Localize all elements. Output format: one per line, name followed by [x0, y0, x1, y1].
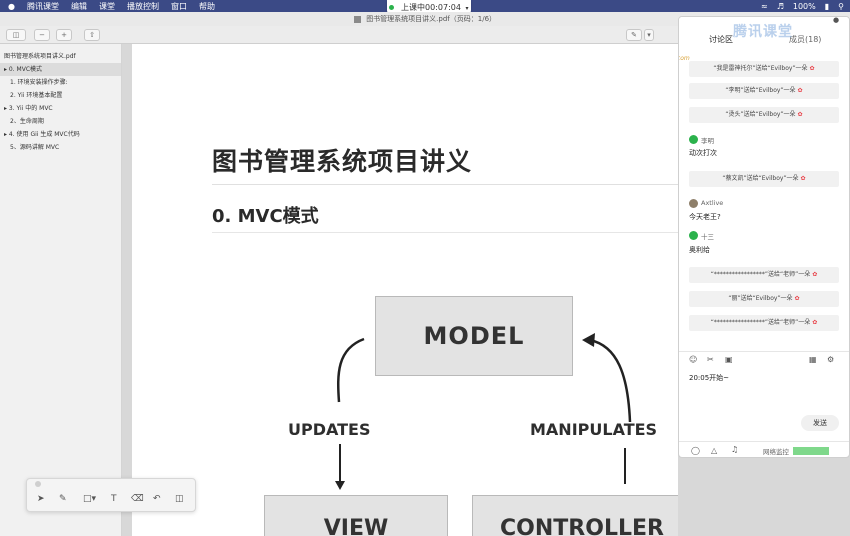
message-input[interactable]: 20:05开始~	[689, 373, 729, 383]
chevron-down-icon: ▾	[465, 5, 469, 12]
mic-icon[interactable]: ◯	[691, 446, 700, 455]
flower-icon: ✿	[797, 87, 803, 94]
comment-icon[interactable]: ▦	[809, 355, 817, 364]
battery-label: 100%	[792, 1, 816, 11]
chat-username: 十三	[701, 233, 714, 241]
apple-icon[interactable]: ●	[8, 2, 15, 11]
menu-help[interactable]: 帮助	[199, 1, 215, 12]
live-dot-icon	[389, 5, 395, 10]
avatar	[689, 231, 698, 240]
gift-message: “烫头”送给“Evilboy”一朵 ✿	[689, 107, 839, 123]
send-button[interactable]: 发送	[801, 415, 839, 431]
discussion-panel: 讨论区 成员(18) 腾讯课堂 ● 海量资源：666java.com “我是雷神…	[678, 16, 850, 458]
outline-item-lifecycle[interactable]: 2、生命周期	[0, 115, 121, 128]
pen-tool-icon[interactable]: ✎	[59, 494, 67, 504]
volume-icon[interactable]: ♬	[777, 2, 784, 11]
network-meter	[793, 447, 829, 455]
mvc-diagram-arrows	[335, 333, 632, 490]
share-button[interactable]: ⇧	[84, 29, 100, 41]
flower-icon: ✿	[809, 65, 815, 72]
outline-item-gii[interactable]: ▸ 4. 使用 Gii 生成 MVC代码	[0, 128, 121, 141]
trash-tool-icon[interactable]: ◫	[175, 494, 184, 504]
annotation-palette: ➤ ✎ □▾ T ⌫ ↶ ◫	[26, 478, 196, 512]
undo-tool-icon[interactable]: ↶	[153, 494, 161, 504]
scissors-icon[interactable]: ✂	[707, 355, 714, 364]
chat-message: 今天老王?	[689, 213, 721, 221]
gift-message: “丽”送给“Evilboy”一朵 ✿	[689, 291, 839, 307]
emoji-icon[interactable]: ☺	[689, 355, 697, 364]
eraser-tool-icon[interactable]: ⌫	[131, 494, 144, 504]
wifi-icon[interactable]: ≈	[761, 2, 768, 11]
outline-title: 图书管理系统项目讲义.pdf	[4, 53, 76, 60]
updates-label: UPDATES	[288, 420, 371, 439]
pin-icon[interactable]: ●	[833, 17, 839, 24]
manipulates-label: MANIPULATES	[530, 420, 658, 439]
controller-label: CONTROLLER	[500, 516, 664, 536]
outline-item-yii-config[interactable]: 2. Yii 环境基本配置	[0, 89, 121, 102]
controller-box: CONTROLLER	[472, 495, 678, 536]
menu-edit[interactable]: 编辑	[71, 1, 87, 12]
outline-sidebar: 图书管理系统项目讲义.pdf ▸ 0. MVC模式 1. 环境安装操作步骤: 2…	[0, 44, 122, 536]
outline-item-install[interactable]: 1. 环境安装操作步骤:	[0, 76, 121, 89]
menu-class[interactable]: 课堂	[99, 1, 115, 12]
outline-item-source-mvc[interactable]: 5、源码讲解 MVC	[0, 141, 121, 154]
media-bar: ◯ △ ♫ 网络监控	[679, 441, 849, 457]
outline-item-yii-mvc[interactable]: ▸ 3. Yii 中的 MVC	[0, 102, 121, 115]
avatar	[689, 135, 698, 144]
zoom-out-button[interactable]: −	[34, 29, 50, 41]
input-toolbar: ☺ ✂ ▣ ▦ ⚙	[679, 351, 849, 367]
tencent-logo: 腾讯课堂	[733, 24, 793, 40]
palette-close-icon[interactable]	[35, 481, 41, 487]
image-icon[interactable]: ▣	[725, 355, 733, 364]
battery-icon[interactable]: ▮	[825, 2, 829, 11]
flower-icon: ✿	[794, 295, 800, 302]
gift-message: “李明”送给“Evilboy”一朵 ✿	[689, 83, 839, 99]
pdf-icon	[353, 15, 361, 23]
outline-item-mvc[interactable]: ▸ 0. MVC模式	[0, 63, 121, 76]
gift-message: “我是雷神托尔”送给“Evilboy”一朵 ✿	[689, 61, 839, 77]
gift-message: “*****************”送给“老师”一朵 ✿	[689, 315, 839, 331]
music-icon[interactable]: ♫	[731, 445, 738, 454]
markup-button[interactable]: ✎	[626, 29, 642, 41]
flower-icon: ✿	[812, 271, 818, 278]
chat-message: 动次打次	[689, 149, 717, 157]
tab-members[interactable]: 成员(18)	[789, 34, 821, 45]
menu-playback[interactable]: 播放控制	[127, 1, 159, 12]
settings-icon[interactable]: ⚙	[827, 355, 834, 364]
text-tool-icon[interactable]: T	[111, 494, 117, 504]
pdf-page: 图书管理系统项目讲义 0. MVC模式 MODEL UPDATES MANIPU…	[132, 44, 678, 536]
model-box: MODEL	[375, 296, 573, 376]
flower-icon: ✿	[797, 111, 803, 118]
model-label: MODEL	[423, 322, 525, 350]
chat-message: 奥利给	[689, 246, 710, 254]
chat-username: 李明	[701, 137, 714, 145]
markup-dropdown-button[interactable]: ▾	[644, 29, 654, 41]
chat-list[interactable]: “我是雷神托尔”送给“Evilboy”一朵 ✿ “李明”送给“Evilboy”一朵…	[679, 55, 849, 351]
gift-message: “*****************”送给“老师”一朵 ✿	[689, 267, 839, 283]
shape-tool-icon[interactable]: □▾	[83, 494, 96, 504]
menu-app[interactable]: 腾讯课堂	[27, 1, 59, 12]
network-label: 网络监控	[763, 448, 789, 456]
live-timer: 上课中00:07:04	[401, 3, 461, 12]
panel-header: 讨论区 成员(18) 腾讯课堂 ● 海量资源：666java.com	[679, 17, 849, 62]
speaker-icon[interactable]: △	[711, 446, 717, 455]
menu-window[interactable]: 窗口	[171, 1, 187, 12]
flower-icon: ✿	[800, 175, 806, 182]
window-title: 图书管理系统项目讲义.pdf（页码：1/6）	[366, 15, 497, 23]
chat-username: Axtlive	[701, 199, 724, 207]
status-area: ≈ ♬ 100% ▮ ⚲	[761, 0, 844, 12]
gift-message: “蔡文凯”送给“Evilboy”一朵 ✿	[689, 171, 839, 187]
zoom-in-button[interactable]: +	[56, 29, 72, 41]
sidebar-toggle-button[interactable]: ◫	[6, 29, 26, 41]
pointer-tool-icon[interactable]: ➤	[37, 494, 45, 504]
tab-discussion[interactable]: 讨论区	[709, 34, 733, 45]
view-box: VIEW	[264, 495, 448, 536]
search-icon[interactable]: ⚲	[838, 2, 844, 11]
flower-icon: ✿	[812, 319, 818, 326]
view-label: VIEW	[323, 516, 389, 536]
avatar	[689, 199, 698, 208]
